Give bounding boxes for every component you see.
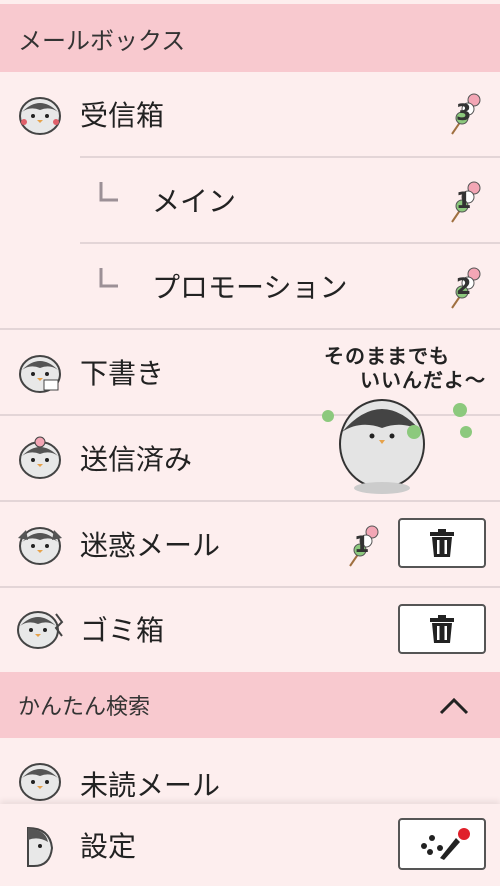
- folder-label-main: メイン: [152, 185, 237, 218]
- unread-count-badge: 3: [448, 90, 484, 136]
- mailbox-section-header: メールボックス: [0, 4, 500, 72]
- folder-label-drafts: 下書き: [80, 357, 165, 390]
- unread-count-text: 2: [456, 275, 471, 300]
- penguin-avatar-icon: [16, 824, 64, 868]
- chevron-up-icon[interactable]: [438, 696, 470, 716]
- folder-item-inbox[interactable]: 受信箱 3: [0, 72, 500, 156]
- empty-spam-button[interactable]: [398, 518, 486, 568]
- penguin-sticker-icon: [322, 399, 472, 494]
- subfolder-indent-icon: [98, 268, 118, 290]
- penguin-avatar-icon: [16, 92, 64, 136]
- folder-label-spam: 迷惑メール: [80, 529, 221, 562]
- mailbox-section-title: メールボックス: [18, 26, 186, 55]
- folder-label-promotion: プロモーション: [152, 271, 348, 304]
- empty-trash-button[interactable]: [398, 604, 486, 654]
- folder-item-promotion[interactable]: プロモーション 2: [0, 244, 500, 328]
- unread-count-text: 3: [456, 101, 471, 126]
- unread-count-badge: 1: [448, 178, 484, 224]
- folder-label-trash: ゴミ箱: [80, 614, 165, 647]
- settings-label[interactable]: 設定: [80, 825, 136, 865]
- quick-search-header[interactable]: かんたん検索: [0, 672, 500, 738]
- footer-settings-bar: 設定: [0, 804, 500, 886]
- subfolder-indent-icon: [98, 182, 118, 204]
- penguin-avatar-icon: [16, 606, 64, 650]
- folder-item-spam[interactable]: 迷惑メール 1: [0, 502, 500, 586]
- trash-icon: [430, 529, 454, 557]
- unread-count-badge: 2: [448, 264, 484, 310]
- penguin-avatar-icon: [16, 522, 64, 566]
- folder-item-trash[interactable]: ゴミ箱: [0, 588, 500, 670]
- penguin-avatar-icon: [16, 350, 64, 394]
- unread-count-text: 1: [354, 533, 369, 558]
- penguin-avatar-icon: [16, 758, 64, 802]
- theme-settings-button[interactable]: [398, 818, 486, 870]
- trash-icon: [430, 615, 454, 643]
- search-item-unread[interactable]: 未読メール: [0, 740, 500, 804]
- unread-count-badge: 1: [346, 522, 382, 568]
- unread-count-text: 1: [456, 189, 471, 214]
- folder-item-main[interactable]: メイン 1: [0, 158, 500, 242]
- folder-label-sent: 送信済み: [80, 443, 193, 476]
- paint-brush-icon: [421, 828, 470, 860]
- penguin-avatar-icon: [16, 436, 64, 480]
- quick-search-title: かんたん検索: [18, 695, 151, 720]
- search-item-label-unread: 未読メール: [80, 769, 221, 802]
- penguin-sticker: そのままでも いいんだよ〜: [310, 336, 500, 500]
- folder-label-inbox: 受信箱: [80, 99, 165, 132]
